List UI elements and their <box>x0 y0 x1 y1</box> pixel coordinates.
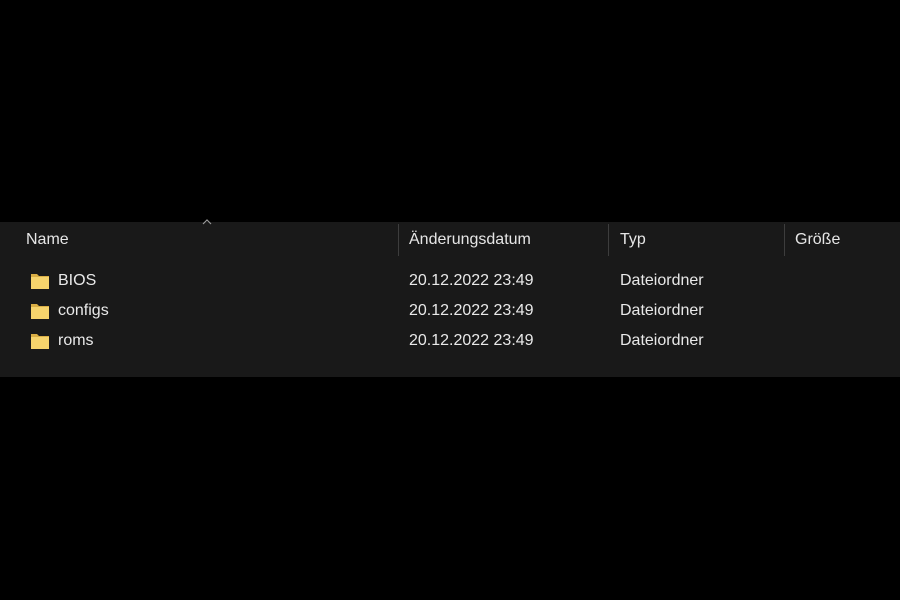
file-type: Dateiordner <box>620 272 704 289</box>
file-name[interactable]: configs <box>58 302 109 320</box>
file-row-roms[interactable]: roms 20.12.2022 23:49 Dateiordner <box>0 326 900 356</box>
column-divider[interactable] <box>608 224 609 256</box>
file-modified: 20.12.2022 23:49 <box>409 332 534 349</box>
file-type: Dateiordner <box>620 332 704 349</box>
column-divider[interactable] <box>784 224 785 256</box>
file-modified: 20.12.2022 23:49 <box>409 302 534 319</box>
file-type: Dateiordner <box>620 302 704 319</box>
file-row-configs[interactable]: configs 20.12.2022 23:49 Dateiordner <box>0 296 900 326</box>
column-header-row: Name Änderungsdatum Typ Größe <box>0 219 900 258</box>
file-row-bios[interactable]: BIOS 20.12.2022 23:49 Dateiordner <box>0 266 900 296</box>
column-divider[interactable] <box>398 224 399 256</box>
column-header-name[interactable]: Name <box>26 231 69 249</box>
file-list-panel: Name Änderungsdatum Typ Größe BIOS 20.12… <box>0 219 900 377</box>
column-header-modified[interactable]: Änderungsdatum <box>409 231 531 249</box>
file-name[interactable]: roms <box>58 332 94 350</box>
file-modified: 20.12.2022 23:49 <box>409 272 534 289</box>
column-header-type[interactable]: Typ <box>620 231 646 249</box>
folder-icon <box>31 304 49 319</box>
folder-icon <box>31 334 49 349</box>
folder-icon <box>31 274 49 289</box>
file-name[interactable]: BIOS <box>58 272 96 290</box>
column-header-size[interactable]: Größe <box>795 231 840 249</box>
sort-ascending-icon <box>202 219 212 225</box>
